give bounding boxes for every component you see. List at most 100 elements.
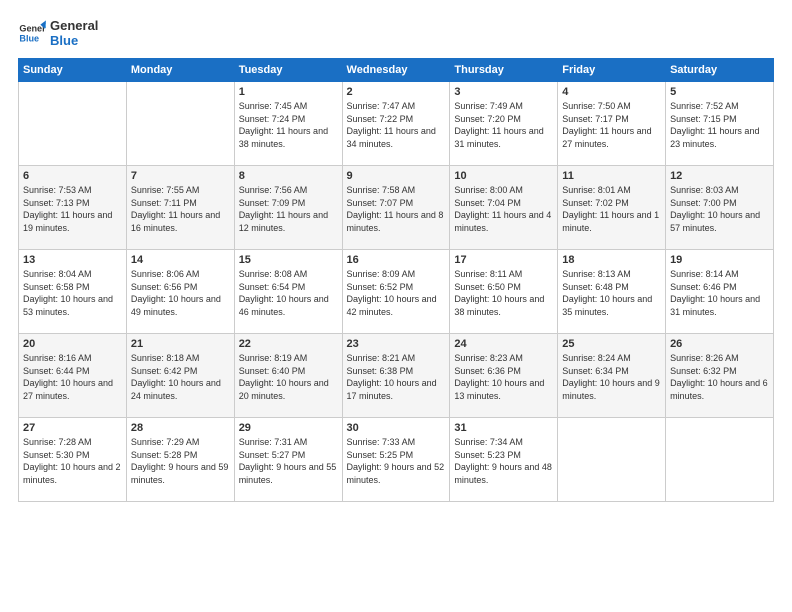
day-number: 20 [23, 338, 122, 350]
day-number: 2 [347, 86, 446, 98]
calendar-header: SundayMondayTuesdayWednesdayThursdayFrid… [19, 59, 774, 82]
day-info: Sunrise: 7:49 AM Sunset: 7:20 PM Dayligh… [454, 100, 553, 150]
day-info: Sunrise: 8:03 AM Sunset: 7:00 PM Dayligh… [670, 184, 769, 234]
day-info: Sunrise: 8:11 AM Sunset: 6:50 PM Dayligh… [454, 268, 553, 318]
day-info: Sunrise: 7:58 AM Sunset: 7:07 PM Dayligh… [347, 184, 446, 234]
day-cell: 18 Sunrise: 8:13 AM Sunset: 6:48 PM Dayli… [558, 250, 666, 334]
header: General Blue General Blue [18, 18, 774, 48]
day-info: Sunrise: 8:23 AM Sunset: 6:36 PM Dayligh… [454, 352, 553, 402]
day-info: Sunrise: 7:52 AM Sunset: 7:15 PM Dayligh… [670, 100, 769, 150]
week-row-5: 27Sunrise: 7:28 AM Sunset: 5:30 PM Dayli… [19, 418, 774, 502]
day-number: 6 [23, 170, 122, 182]
weekday-header-tuesday: Tuesday [234, 59, 342, 82]
week-row-4: 20 Sunrise: 8:16 AM Sunset: 6:44 PM Dayli… [19, 334, 774, 418]
weekday-header-row: SundayMondayTuesdayWednesdayThursdayFrid… [19, 59, 774, 82]
day-cell: 21 Sunrise: 8:18 AM Sunset: 6:42 PM Dayli… [126, 334, 234, 418]
day-number: 19 [670, 254, 769, 266]
day-cell [19, 82, 127, 166]
day-number: 31 [454, 422, 553, 434]
logo-icon: General Blue [18, 19, 46, 47]
day-cell: 28 Sunrise: 7:29 AM Sunset: 5:28 PM Dayli… [126, 418, 234, 502]
day-cell: 26Sunrise: 8:26 AM Sunset: 6:32 PM Dayli… [666, 334, 774, 418]
day-number: 18 [562, 254, 661, 266]
day-info: Sunrise: 8:24 AM Sunset: 6:34 PM Dayligh… [562, 352, 661, 402]
day-number: 10 [454, 170, 553, 182]
day-info: Sunrise: 7:45 AM Sunset: 7:24 PM Dayligh… [239, 100, 338, 150]
day-cell: 9 Sunrise: 7:58 AM Sunset: 7:07 PM Daylig… [342, 166, 450, 250]
day-number: 16 [347, 254, 446, 266]
day-number: 29 [239, 422, 338, 434]
day-info: Sunrise: 8:14 AM Sunset: 6:46 PM Dayligh… [670, 268, 769, 318]
day-info: Sunrise: 7:56 AM Sunset: 7:09 PM Dayligh… [239, 184, 338, 234]
day-cell: 2 Sunrise: 7:47 AM Sunset: 7:22 PM Daylig… [342, 82, 450, 166]
day-cell: 17 Sunrise: 8:11 AM Sunset: 6:50 PM Dayli… [450, 250, 558, 334]
day-cell: 12 Sunrise: 8:03 AM Sunset: 7:00 PM Dayli… [666, 166, 774, 250]
weekday-header-saturday: Saturday [666, 59, 774, 82]
day-info: Sunrise: 7:31 AM Sunset: 5:27 PM Dayligh… [239, 436, 338, 486]
day-cell: 20 Sunrise: 8:16 AM Sunset: 6:44 PM Dayli… [19, 334, 127, 418]
weekday-header-sunday: Sunday [19, 59, 127, 82]
day-cell: 16 Sunrise: 8:09 AM Sunset: 6:52 PM Dayli… [342, 250, 450, 334]
week-row-1: 1 Sunrise: 7:45 AM Sunset: 7:24 PM Daylig… [19, 82, 774, 166]
day-cell: 10 Sunrise: 8:00 AM Sunset: 7:04 PM Dayli… [450, 166, 558, 250]
logo: General Blue General Blue [18, 18, 98, 48]
svg-text:Blue: Blue [19, 33, 39, 43]
day-number: 13 [23, 254, 122, 266]
logo-line2: Blue [50, 33, 98, 48]
day-cell: 6 Sunrise: 7:53 AM Sunset: 7:13 PM Daylig… [19, 166, 127, 250]
logo-line1: General [50, 18, 98, 33]
day-cell: 14Sunrise: 8:06 AM Sunset: 6:56 PM Dayli… [126, 250, 234, 334]
day-cell: 22 Sunrise: 8:19 AM Sunset: 6:40 PM Dayli… [234, 334, 342, 418]
day-number: 12 [670, 170, 769, 182]
day-cell: 7Sunrise: 7:55 AM Sunset: 7:11 PM Daylig… [126, 166, 234, 250]
day-cell [558, 418, 666, 502]
day-cell: 15 Sunrise: 8:08 AM Sunset: 6:54 PM Dayli… [234, 250, 342, 334]
day-number: 1 [239, 86, 338, 98]
day-cell: 19 Sunrise: 8:14 AM Sunset: 6:46 PM Dayli… [666, 250, 774, 334]
day-info: Sunrise: 8:04 AM Sunset: 6:58 PM Dayligh… [23, 268, 122, 318]
day-number: 15 [239, 254, 338, 266]
day-cell: 8 Sunrise: 7:56 AM Sunset: 7:09 PM Daylig… [234, 166, 342, 250]
day-info: Sunrise: 8:06 AM Sunset: 6:56 PM Dayligh… [131, 268, 230, 318]
day-info: Sunrise: 8:18 AM Sunset: 6:42 PM Dayligh… [131, 352, 230, 402]
day-number: 3 [454, 86, 553, 98]
day-cell: 29 Sunrise: 7:31 AM Sunset: 5:27 PM Dayli… [234, 418, 342, 502]
calendar-container: General Blue General Blue SundayMondayTu… [0, 0, 792, 612]
day-number: 8 [239, 170, 338, 182]
day-info: Sunrise: 8:00 AM Sunset: 7:04 PM Dayligh… [454, 184, 553, 234]
calendar-body: 1 Sunrise: 7:45 AM Sunset: 7:24 PM Daylig… [19, 82, 774, 502]
day-info: Sunrise: 8:09 AM Sunset: 6:52 PM Dayligh… [347, 268, 446, 318]
day-info: Sunrise: 8:08 AM Sunset: 6:54 PM Dayligh… [239, 268, 338, 318]
day-info: Sunrise: 8:19 AM Sunset: 6:40 PM Dayligh… [239, 352, 338, 402]
week-row-3: 13 Sunrise: 8:04 AM Sunset: 6:58 PM Dayli… [19, 250, 774, 334]
day-number: 25 [562, 338, 661, 350]
day-number: 9 [347, 170, 446, 182]
day-info: Sunrise: 7:55 AM Sunset: 7:11 PM Dayligh… [131, 184, 230, 234]
day-number: 23 [347, 338, 446, 350]
day-info: Sunrise: 7:53 AM Sunset: 7:13 PM Dayligh… [23, 184, 122, 234]
day-info: Sunrise: 8:21 AM Sunset: 6:38 PM Dayligh… [347, 352, 446, 402]
day-info: Sunrise: 8:16 AM Sunset: 6:44 PM Dayligh… [23, 352, 122, 402]
day-number: 17 [454, 254, 553, 266]
day-cell [666, 418, 774, 502]
day-info: Sunrise: 8:13 AM Sunset: 6:48 PM Dayligh… [562, 268, 661, 318]
day-cell: 30Sunrise: 7:33 AM Sunset: 5:25 PM Dayli… [342, 418, 450, 502]
week-row-2: 6 Sunrise: 7:53 AM Sunset: 7:13 PM Daylig… [19, 166, 774, 250]
weekday-header-thursday: Thursday [450, 59, 558, 82]
day-number: 21 [131, 338, 230, 350]
weekday-header-friday: Friday [558, 59, 666, 82]
day-cell: 24 Sunrise: 8:23 AM Sunset: 6:36 PM Dayli… [450, 334, 558, 418]
day-number: 28 [131, 422, 230, 434]
day-cell: 25 Sunrise: 8:24 AM Sunset: 6:34 PM Dayli… [558, 334, 666, 418]
day-number: 24 [454, 338, 553, 350]
day-number: 22 [239, 338, 338, 350]
day-cell: 5Sunrise: 7:52 AM Sunset: 7:15 PM Daylig… [666, 82, 774, 166]
day-info: Sunrise: 7:47 AM Sunset: 7:22 PM Dayligh… [347, 100, 446, 150]
day-cell: 1 Sunrise: 7:45 AM Sunset: 7:24 PM Daylig… [234, 82, 342, 166]
day-info: Sunrise: 7:29 AM Sunset: 5:28 PM Dayligh… [131, 436, 230, 486]
day-info: Sunrise: 7:34 AM Sunset: 5:23 PM Dayligh… [454, 436, 553, 486]
day-number: 4 [562, 86, 661, 98]
day-cell: 31 Sunrise: 7:34 AM Sunset: 5:23 PM Dayli… [450, 418, 558, 502]
calendar-table: SundayMondayTuesdayWednesdayThursdayFrid… [18, 58, 774, 502]
day-cell: 4Sunrise: 7:50 AM Sunset: 7:17 PM Daylig… [558, 82, 666, 166]
